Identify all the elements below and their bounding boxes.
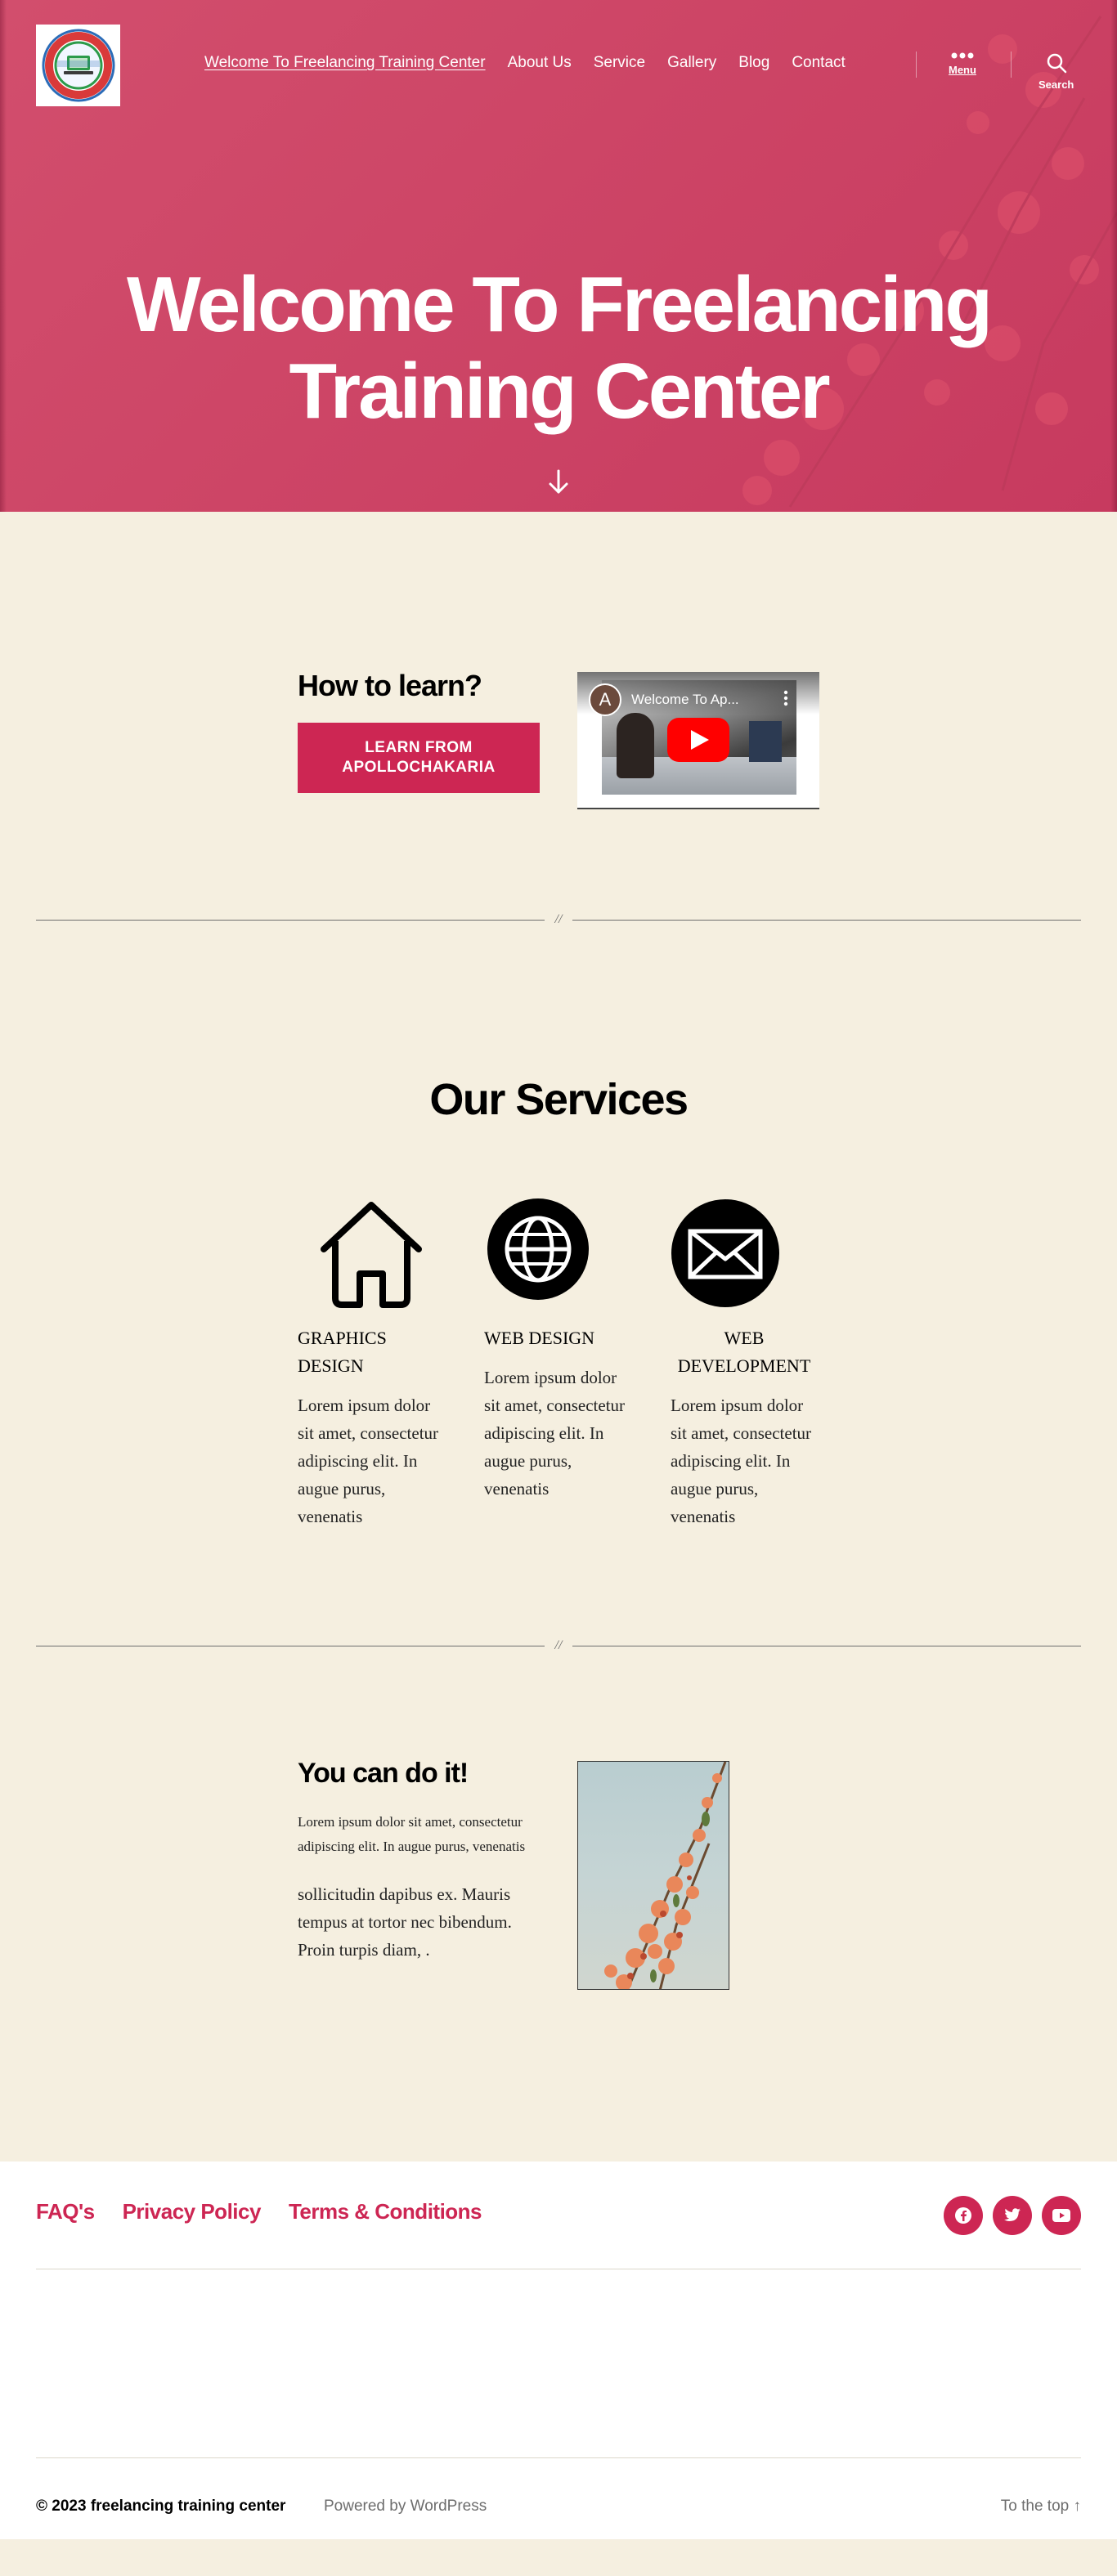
search-toggle-label: Search (1038, 78, 1074, 91)
search-icon (1047, 53, 1066, 74)
footer-link-terms[interactable]: Terms & Conditions (289, 2199, 482, 2224)
section-divider: // (0, 1638, 1117, 1655)
nav-link-blog[interactable]: Blog (738, 54, 769, 72)
site-logo[interactable] (36, 25, 120, 106)
service-description: Lorem ipsum dolor sit amet, consectetur … (484, 1368, 626, 1499)
channel-avatar[interactable]: A (589, 683, 621, 716)
twitter-icon[interactable] (993, 2196, 1032, 2235)
nav-link-service[interactable]: Service (594, 54, 645, 72)
youtube-video-embed[interactable]: A Welcome To Ap... (577, 672, 819, 809)
search-toggle-button[interactable]: Search (1038, 52, 1074, 91)
powered-by-wordpress-link[interactable]: Powered by WordPress (324, 2498, 487, 2516)
section-divider: // (0, 912, 1117, 929)
site-header: Welcome To Freelancing Training Center A… (36, 25, 1081, 106)
nav-link-contact[interactable]: Contact (792, 54, 845, 72)
menu-toggle-button[interactable]: Menu (949, 52, 976, 76)
hero-section: Welcome To Freelancing Training Center A… (0, 0, 1117, 512)
header-separator (916, 52, 917, 78)
menu-toggle-label: Menu (949, 64, 976, 76)
flower-branch-image (604, 1762, 727, 1989)
footer-credits: © 2023 freelancing training center Power… (36, 2457, 1081, 2539)
learn-section: How to learn? LEARN FROM APOLLOCHAKARIA … (0, 512, 1117, 912)
ellipsis-icon (951, 52, 974, 59)
cando-heading: You can do it! (298, 1758, 469, 1789)
globe-icon (487, 1198, 589, 1300)
to-the-top-link[interactable]: To the top ↑ (1001, 2498, 1081, 2516)
facebook-icon[interactable] (944, 2196, 983, 2235)
service-description: Lorem ipsum dolor sit amet, consectetur … (298, 1396, 439, 1526)
learn-button-line-1: LEARN FROM (365, 739, 473, 756)
nav-link-home[interactable]: Welcome To Freelancing Training Center (204, 54, 486, 72)
copyright-text: © 2023 freelancing training center (36, 2498, 286, 2515)
arrow-down-icon[interactable] (545, 468, 572, 497)
service-card-web-development: WEB DEVELOPMENT Lorem ipsum dolor sit am… (671, 1198, 818, 1530)
service-card-web-design: WEB DESIGN Lorem ipsum dolor sit amet, c… (484, 1198, 631, 1503)
youtube-play-icon[interactable] (667, 718, 729, 762)
flower-photo (577, 1761, 729, 1990)
cando-section: You can do it! Lorem ipsum dolor sit ame… (0, 1655, 1117, 2162)
footer-link-faqs[interactable]: FAQ's (36, 2199, 95, 2224)
nav-link-about[interactable]: About Us (508, 54, 572, 72)
hero-title-line-1: Welcome To Freelancing (126, 261, 993, 348)
footer-link-privacy-policy[interactable]: Privacy Policy (123, 2199, 262, 2224)
services-section: Our Services GRAPHICS DESIGN Lorem ipsum… (0, 929, 1117, 1638)
hero-title: Welcome To Freelancing Training Center (0, 262, 1117, 435)
footer-wrapper: FAQ's Privacy Policy Terms & Conditions … (0, 2162, 1117, 2539)
cando-body-text: sollicitudin dapibus ex. Mauris tempus a… (298, 1884, 512, 1960)
hero-title-line-2: Training Center (289, 347, 830, 435)
home-icon (321, 1202, 422, 1308)
footer-navigation: FAQ's Privacy Policy Terms & Conditions (36, 2162, 1081, 2269)
footer-links: FAQ's Privacy Policy Terms & Conditions (36, 2199, 482, 2224)
learn-heading: How to learn? (298, 669, 482, 702)
header-separator (1011, 52, 1012, 78)
video-title[interactable]: Welcome To Ap... (631, 692, 739, 708)
services-title: Our Services (429, 1075, 689, 1124)
social-links (944, 2196, 1081, 2235)
envelope-icon (671, 1199, 779, 1307)
service-card-graphics-design: GRAPHICS DESIGN Lorem ipsum dolor sit am… (298, 1198, 445, 1530)
service-title: WEB DESIGN (484, 1328, 595, 1348)
service-title: WEB DEVELOPMENT (677, 1328, 811, 1376)
nav-link-gallery[interactable]: Gallery (667, 54, 716, 72)
cando-intro-text: Lorem ipsum dolor sit amet, consectetur … (298, 1814, 526, 1854)
youtube-icon[interactable] (1042, 2196, 1081, 2235)
kebab-menu-icon[interactable] (783, 690, 788, 706)
logo-emblem-icon (42, 29, 114, 102)
service-description: Lorem ipsum dolor sit amet, consectetur … (671, 1396, 812, 1526)
service-title: GRAPHICS DESIGN (298, 1328, 387, 1376)
learn-from-apollochakaria-button[interactable]: LEARN FROM APOLLOCHAKARIA (298, 723, 540, 793)
learn-button-line-2: APOLLOCHAKARIA (342, 759, 496, 776)
primary-navigation: Welcome To Freelancing Training Center A… (204, 54, 846, 72)
